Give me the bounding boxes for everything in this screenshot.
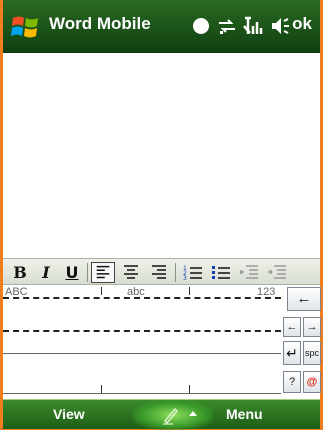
baseline (3, 393, 281, 394)
zone-divider (189, 287, 190, 295)
format-toolbar: B I U 1 2 3 (3, 258, 320, 285)
guide-line-dashed (3, 297, 281, 299)
input-keypad: ← ← → ↵ spc ? @ (281, 285, 321, 399)
align-center-button[interactable] (119, 262, 143, 283)
menu-softkey[interactable]: Menu (226, 406, 263, 422)
zone-divider (189, 385, 190, 393)
align-left-button[interactable] (91, 262, 115, 283)
svg-text:3: 3 (183, 275, 187, 282)
cursor-right-key[interactable]: → (303, 317, 321, 337)
bulleted-list-button[interactable] (209, 262, 233, 283)
help-key[interactable]: ? (283, 371, 301, 393)
document-area[interactable] (3, 53, 320, 258)
numbered-list-button[interactable]: 1 2 3 (181, 262, 205, 283)
guide-line-dashed (3, 330, 281, 332)
zone-divider (101, 287, 102, 295)
italic-button[interactable]: I (37, 262, 55, 283)
zone-divider (101, 385, 102, 393)
notification-icon[interactable] (191, 14, 211, 38)
toolbar-separator (87, 263, 88, 282)
pen-icon[interactable] (161, 405, 201, 425)
space-key[interactable]: spc (303, 341, 321, 365)
signal-icon[interactable] (241, 14, 265, 38)
cursor-left-key[interactable]: ← (283, 317, 301, 337)
block-recognizer-panel[interactable]: ABC abc 123 ← ← → ↵ spc ? @ (3, 285, 321, 399)
ok-button[interactable]: ok (292, 14, 312, 34)
bold-button[interactable]: B (11, 262, 29, 283)
connectivity-icon[interactable] (217, 14, 237, 38)
toolbar-separator (175, 263, 176, 282)
underline-button[interactable]: U (63, 262, 81, 283)
backspace-key[interactable]: ← (287, 287, 321, 311)
app-title: Word Mobile (49, 14, 151, 33)
softkey-bar: View Menu (3, 399, 320, 430)
enter-key[interactable]: ↵ (283, 341, 301, 365)
volume-icon[interactable] (269, 14, 291, 38)
increase-indent-button[interactable] (265, 262, 289, 283)
title-bar: Word Mobile ok (3, 0, 320, 53)
align-right-button[interactable] (147, 262, 171, 283)
decrease-indent-button[interactable] (237, 262, 261, 283)
baseline (3, 353, 281, 354)
windows-start-icon[interactable] (11, 14, 41, 40)
view-softkey[interactable]: View (53, 406, 85, 422)
symbols-key[interactable]: @ (303, 371, 321, 393)
